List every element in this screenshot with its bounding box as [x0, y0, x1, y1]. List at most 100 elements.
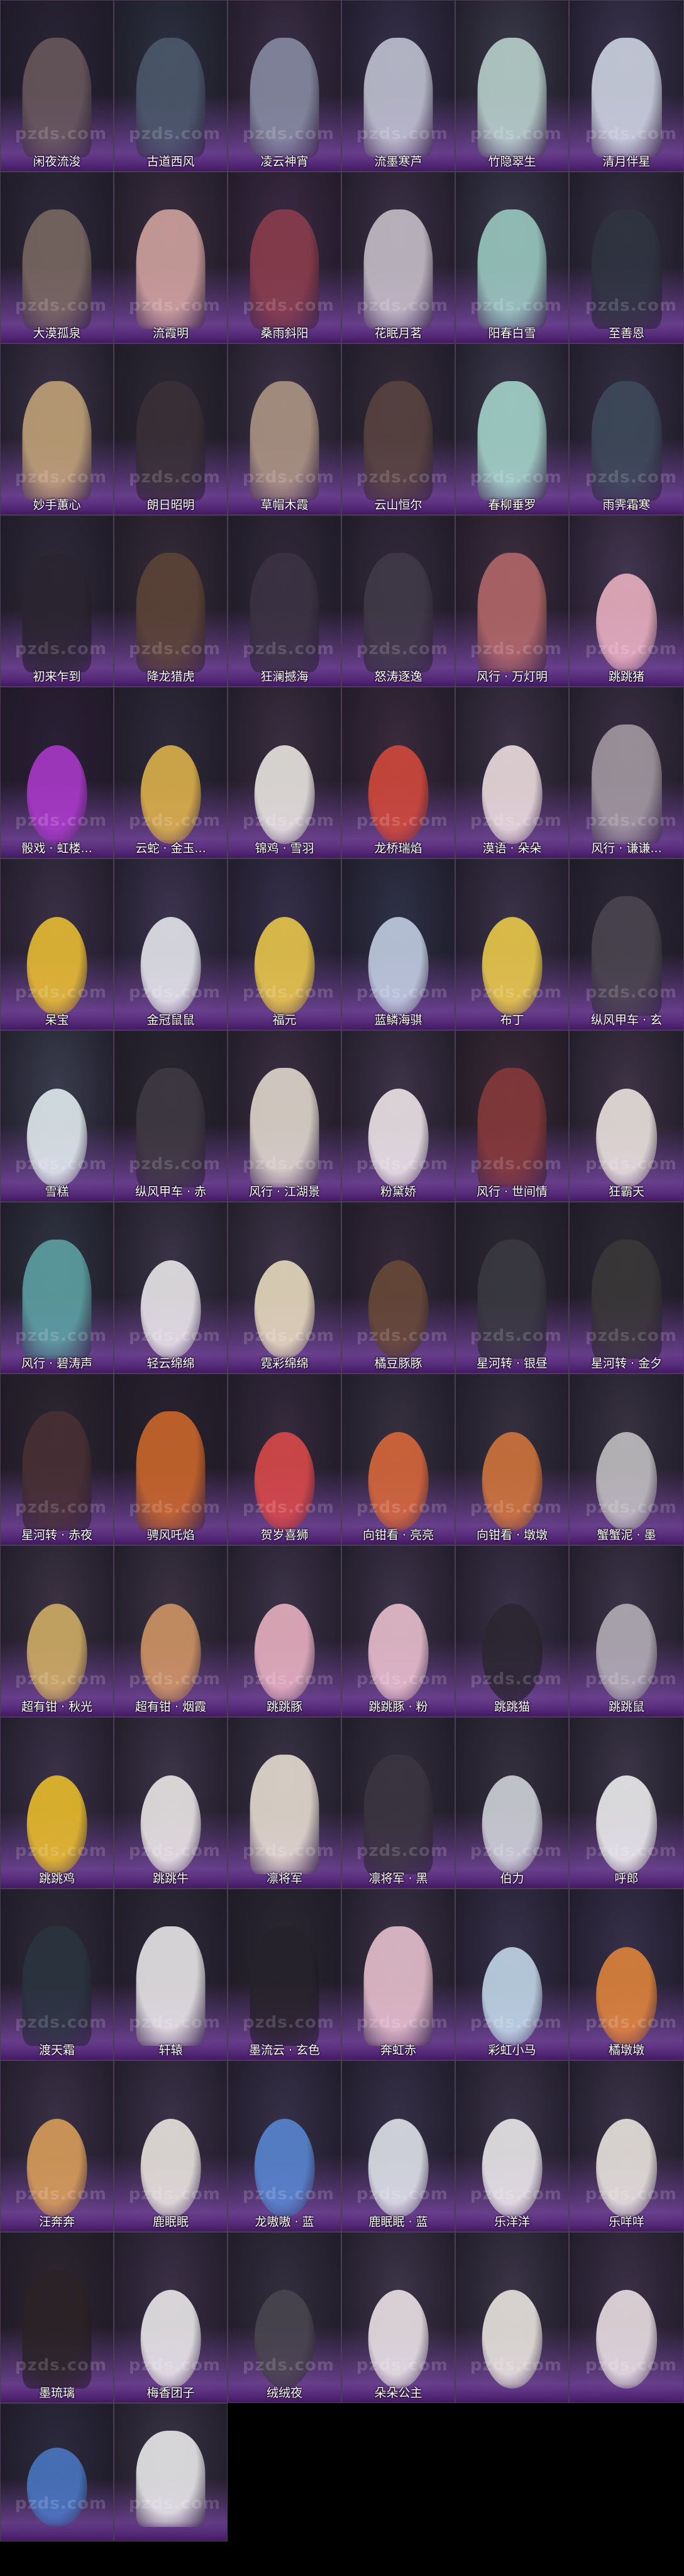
skin-card[interactable]: pzds.com 跳跳牛: [114, 1717, 228, 1889]
skin-card[interactable]: pzds.com 鹿眠眠: [114, 2060, 228, 2232]
skin-card[interactable]: pzds.com 渡天霜: [0, 1889, 114, 2060]
skin-card[interactable]: pzds.com 福元: [228, 858, 341, 1030]
skin-card[interactable]: pzds.com 向钳看 · 墩墩: [455, 1374, 569, 1545]
skin-card[interactable]: pzds.com 春柳垂罗: [455, 343, 569, 515]
skin-card[interactable]: pzds.com 流墨寒芦: [341, 0, 455, 172]
skin-card[interactable]: pzds.com 超有钳 · 烟霞: [114, 1545, 228, 1717]
watermark: pzds.com: [14, 811, 107, 830]
skin-card[interactable]: pzds.com 降龙猎虎: [114, 515, 228, 687]
skin-card[interactable]: pzds.com 星河转 · 金夕: [569, 1202, 684, 1374]
skin-card[interactable]: pzds.com 骋风吒焰: [114, 1374, 228, 1545]
watermark: pzds.com: [585, 640, 677, 658]
skin-card[interactable]: pzds.com 古道西风: [114, 0, 228, 172]
skin-card[interactable]: pzds.com 怒涛逐逸: [341, 515, 455, 687]
skin-card[interactable]: pzds.com 跳跳鼠: [569, 1545, 684, 1717]
skin-card[interactable]: pzds.com 轻云绵绵: [114, 1202, 228, 1374]
skin-card[interactable]: pzds.com 初来乍到: [0, 515, 114, 687]
skin-card[interactable]: pzds.com 风行 · 世间情: [455, 1030, 569, 1202]
skin-card[interactable]: pzds.com 蟹蟹泥 · 墨: [569, 1374, 684, 1545]
skin-card[interactable]: pzds.com 大漠孤泉: [0, 172, 114, 343]
skin-card[interactable]: pzds.com: [455, 2232, 569, 2403]
skin-card[interactable]: pzds.com 向钳看 · 亮亮: [341, 1374, 455, 1545]
watermark: pzds.com: [242, 1841, 334, 1860]
watermark: pzds.com: [128, 1155, 221, 1174]
skin-name-label: 桑雨斜阳: [228, 324, 341, 343]
skin-thumbnail: pzds.com: [1, 172, 113, 343]
skin-card[interactable]: pzds.com 蓝鳞海骐: [341, 858, 455, 1030]
skin-card[interactable]: pzds.com 雨霁霜寒: [569, 343, 684, 515]
skin-thumbnail: pzds.com: [456, 1889, 568, 2060]
skin-card[interactable]: pzds.com 呆宝: [0, 858, 114, 1030]
skin-card[interactable]: pzds.com 奔虹赤: [341, 1889, 455, 2060]
skin-card[interactable]: pzds.com 雪糕: [0, 1030, 114, 1202]
skin-card[interactable]: pzds.com: [569, 2232, 684, 2403]
skin-card[interactable]: pzds.com 龙嗷嗷 · 蓝: [228, 2060, 341, 2232]
skin-card[interactable]: pzds.com 风行 · 江湖景: [228, 1030, 341, 1202]
skin-card[interactable]: pzds.com 跳跳豚 · 粉: [341, 1545, 455, 1717]
skin-card[interactable]: pzds.com 锦鸡 · 雪羽: [228, 687, 341, 858]
skin-card[interactable]: pzds.com 纵风甲车 · 玄: [569, 858, 684, 1030]
skin-card[interactable]: pzds.com 龙桥瑞焰: [341, 687, 455, 858]
skin-card[interactable]: pzds.com 云山恒尔: [341, 343, 455, 515]
skin-card[interactable]: pzds.com 骰戏 · 虹楼...: [0, 687, 114, 858]
skin-name-label: 贺岁喜狮: [228, 1526, 341, 1545]
skin-card[interactable]: pzds.com 贺岁喜狮: [228, 1374, 341, 1545]
skin-card[interactable]: pzds.com 橘墩墩: [569, 1889, 684, 2060]
skin-card[interactable]: pzds.com 金冠鼠鼠: [114, 858, 228, 1030]
skin-card[interactable]: pzds.com 跳跳豚: [228, 1545, 341, 1717]
skin-card[interactable]: pzds.com: [0, 2403, 114, 2541]
skin-card[interactable]: pzds.com 阳春白雪: [455, 172, 569, 343]
skin-card[interactable]: pzds.com 汪奔奔: [0, 2060, 114, 2232]
skin-card[interactable]: pzds.com 霓彩绵绵: [228, 1202, 341, 1374]
skin-card[interactable]: pzds.com 墨流云 · 玄色: [228, 1889, 341, 2060]
skin-card[interactable]: pzds.com 风行 · 碧涛声: [0, 1202, 114, 1374]
skin-thumbnail: pzds.com: [570, 344, 683, 514]
skin-card[interactable]: pzds.com 橘豆豚豚: [341, 1202, 455, 1374]
skin-card[interactable]: pzds.com 桑雨斜阳: [228, 172, 341, 343]
skin-card[interactable]: pzds.com 乐咩咩: [569, 2060, 684, 2232]
skin-card[interactable]: pzds.com 凌云神宵: [228, 0, 341, 172]
skin-card[interactable]: pzds.com 朗日昭明: [114, 343, 228, 515]
skin-card[interactable]: pzds.com 布丁: [455, 858, 569, 1030]
skin-card[interactable]: pzds.com 朵朵公主: [341, 2232, 455, 2403]
skin-card[interactable]: pzds.com 云蛇 · 金玉...: [114, 687, 228, 858]
skin-card[interactable]: pzds.com 墨琉璃: [0, 2232, 114, 2403]
skin-card[interactable]: pzds.com 纵风甲车 · 赤: [114, 1030, 228, 1202]
skin-card[interactable]: pzds.com 凛将军: [228, 1717, 341, 1889]
skin-name-label: 跳跳猫: [456, 1697, 568, 1716]
skin-card[interactable]: pzds.com 狂霸天: [569, 1030, 684, 1202]
skin-name-label: 鹿眠眠: [114, 2212, 227, 2231]
skin-card[interactable]: pzds.com 风行 · 谦谦...: [569, 687, 684, 858]
skin-card[interactable]: pzds.com 流霞明: [114, 172, 228, 343]
skin-card[interactable]: pzds.com 草帽木霞: [228, 343, 341, 515]
skin-thumbnail: pzds.com: [1, 1202, 113, 1373]
skin-card[interactable]: pzds.com 绒绒夜: [228, 2232, 341, 2403]
skin-card[interactable]: pzds.com: [114, 2403, 228, 2541]
skin-card[interactable]: pzds.com 鹿眠眠 · 蓝: [341, 2060, 455, 2232]
skin-card[interactable]: pzds.com 伯力: [455, 1717, 569, 1889]
skin-card[interactable]: pzds.com 竹隐翠生: [455, 0, 569, 172]
watermark: pzds.com: [242, 2356, 334, 2375]
skin-card[interactable]: pzds.com 星河转 · 赤夜: [0, 1374, 114, 1545]
skin-card[interactable]: pzds.com 风行 · 万灯明: [455, 515, 569, 687]
skin-card[interactable]: pzds.com 清月伴星: [569, 0, 684, 172]
skin-card[interactable]: pzds.com 妙手蕙心: [0, 343, 114, 515]
skin-card[interactable]: pzds.com 粉黛娇: [341, 1030, 455, 1202]
skin-card[interactable]: pzds.com 超有钳 · 秋光: [0, 1545, 114, 1717]
skin-card[interactable]: pzds.com 漠语 · 朵朵: [455, 687, 569, 858]
skin-card[interactable]: pzds.com 至善恩: [569, 172, 684, 343]
skin-card[interactable]: pzds.com 星河转 · 银昼: [455, 1202, 569, 1374]
skin-card[interactable]: pzds.com 跳跳猪: [569, 515, 684, 687]
skin-card[interactable]: pzds.com 花眠月茗: [341, 172, 455, 343]
skin-card[interactable]: pzds.com 狂澜撼海: [228, 515, 341, 687]
skin-card[interactable]: pzds.com 乐洋洋: [455, 2060, 569, 2232]
skin-card[interactable]: pzds.com 跳跳猫: [455, 1545, 569, 1717]
skin-card[interactable]: pzds.com 凛将军 · 黑: [341, 1717, 455, 1889]
skin-card[interactable]: pzds.com 彩虹小马: [455, 1889, 569, 2060]
watermark: pzds.com: [356, 640, 448, 658]
skin-card[interactable]: pzds.com 轩辕: [114, 1889, 228, 2060]
skin-card[interactable]: pzds.com 闲夜流浚: [0, 0, 114, 172]
skin-card[interactable]: pzds.com 跳跳鸡: [0, 1717, 114, 1889]
skin-card[interactable]: pzds.com 梅香团子: [114, 2232, 228, 2403]
skin-card[interactable]: pzds.com 呼郎: [569, 1717, 684, 1889]
